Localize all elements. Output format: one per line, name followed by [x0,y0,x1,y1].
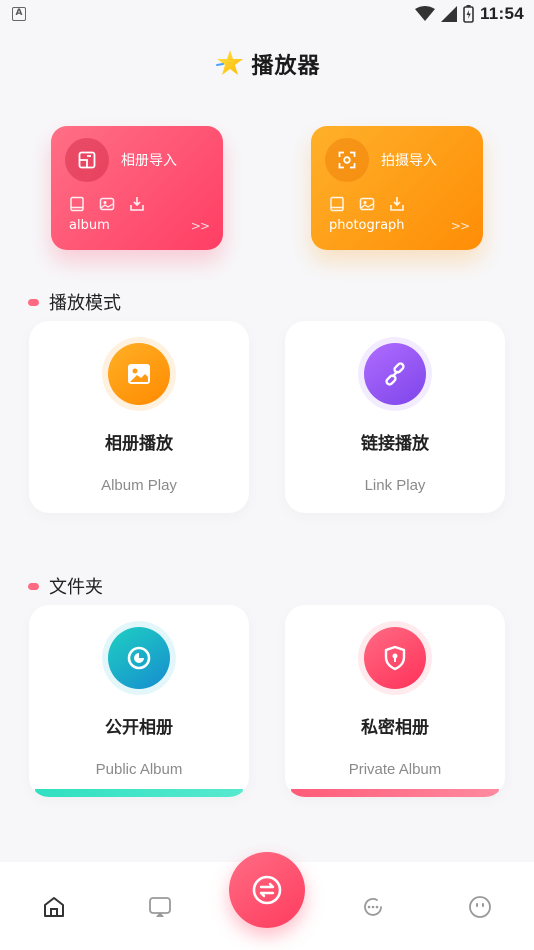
status-bar: A 11:54 [0,0,534,28]
download-icon [390,197,404,211]
app-screen: A 11:54 播放器 相册导入 album >> 拍摄导入 photograp… [0,0,534,950]
photograph-import-label: 拍摄导入 [381,153,437,169]
tablet-icon [70,196,84,212]
section-folders: 文件夹 [28,573,103,599]
nav-home[interactable] [39,892,69,922]
battery-icon [463,5,474,23]
eye-icon [127,646,151,670]
star-icon [216,50,244,75]
photo-icon [99,197,115,211]
shield-lock-icon [384,645,406,671]
album-import-subtitle: album [69,218,110,233]
public-album-accent-bar [35,789,243,797]
image-icon [128,364,150,384]
chevron-right-icon: >> [190,218,210,233]
album-import-card[interactable]: 相册导入 album >> [51,126,223,250]
link-play-card[interactable]: 链接播放 Link Play [285,321,505,513]
album-play-name: 相册播放 [105,434,173,454]
public-album-en: Public Album [95,761,183,778]
home-icon [44,897,64,917]
link-play-en: Link Play [364,477,426,494]
section-folders-title: 文件夹 [49,577,103,598]
private-album-en: Private Album [348,761,442,778]
private-album-accent-bar [291,789,499,797]
photograph-import-subtitle: photograph [329,218,405,233]
album-play-card[interactable]: 相册播放 Album Play [29,321,249,513]
download-icon [130,197,144,211]
section-dot [28,298,39,306]
public-album-card[interactable]: 公开相册 Public Album [29,605,249,797]
camera-scan-icon [338,151,356,169]
signal-icon [440,6,457,22]
app-header: 播放器 [0,44,534,84]
exchange-icon [252,875,282,905]
chat-icon [364,898,382,916]
nav-cast[interactable] [145,892,175,922]
private-album-name: 私密相册 [361,718,429,738]
screen-cast-icon [149,897,171,917]
photo-icon [359,197,375,211]
photograph-import-card[interactable]: 拍摄导入 photograph >> [311,126,483,250]
private-album-card[interactable]: 私密相册 Private Album [285,605,505,797]
nav-profile[interactable] [465,892,495,922]
clock: 11:54 [479,4,524,23]
album-play-en: Album Play [101,477,177,494]
notification-icon: A [12,7,26,21]
nav-chat[interactable] [358,892,388,922]
section-play-mode-title: 播放模式 [49,293,121,314]
link-icon [385,362,405,386]
smile-icon [469,896,491,918]
wifi-icon [414,6,435,21]
chevron-right-icon: >> [450,218,470,233]
tablet-icon [330,196,344,212]
link-play-name: 链接播放 [361,434,429,454]
section-play-mode: 播放模式 [28,289,121,315]
nav-exchange-button[interactable] [229,852,305,928]
album-import-label: 相册导入 [121,153,177,169]
public-album-name: 公开相册 [105,718,173,738]
page-title: 播放器 [251,54,321,79]
section-dot [28,582,39,590]
album-import-icon [78,151,96,169]
